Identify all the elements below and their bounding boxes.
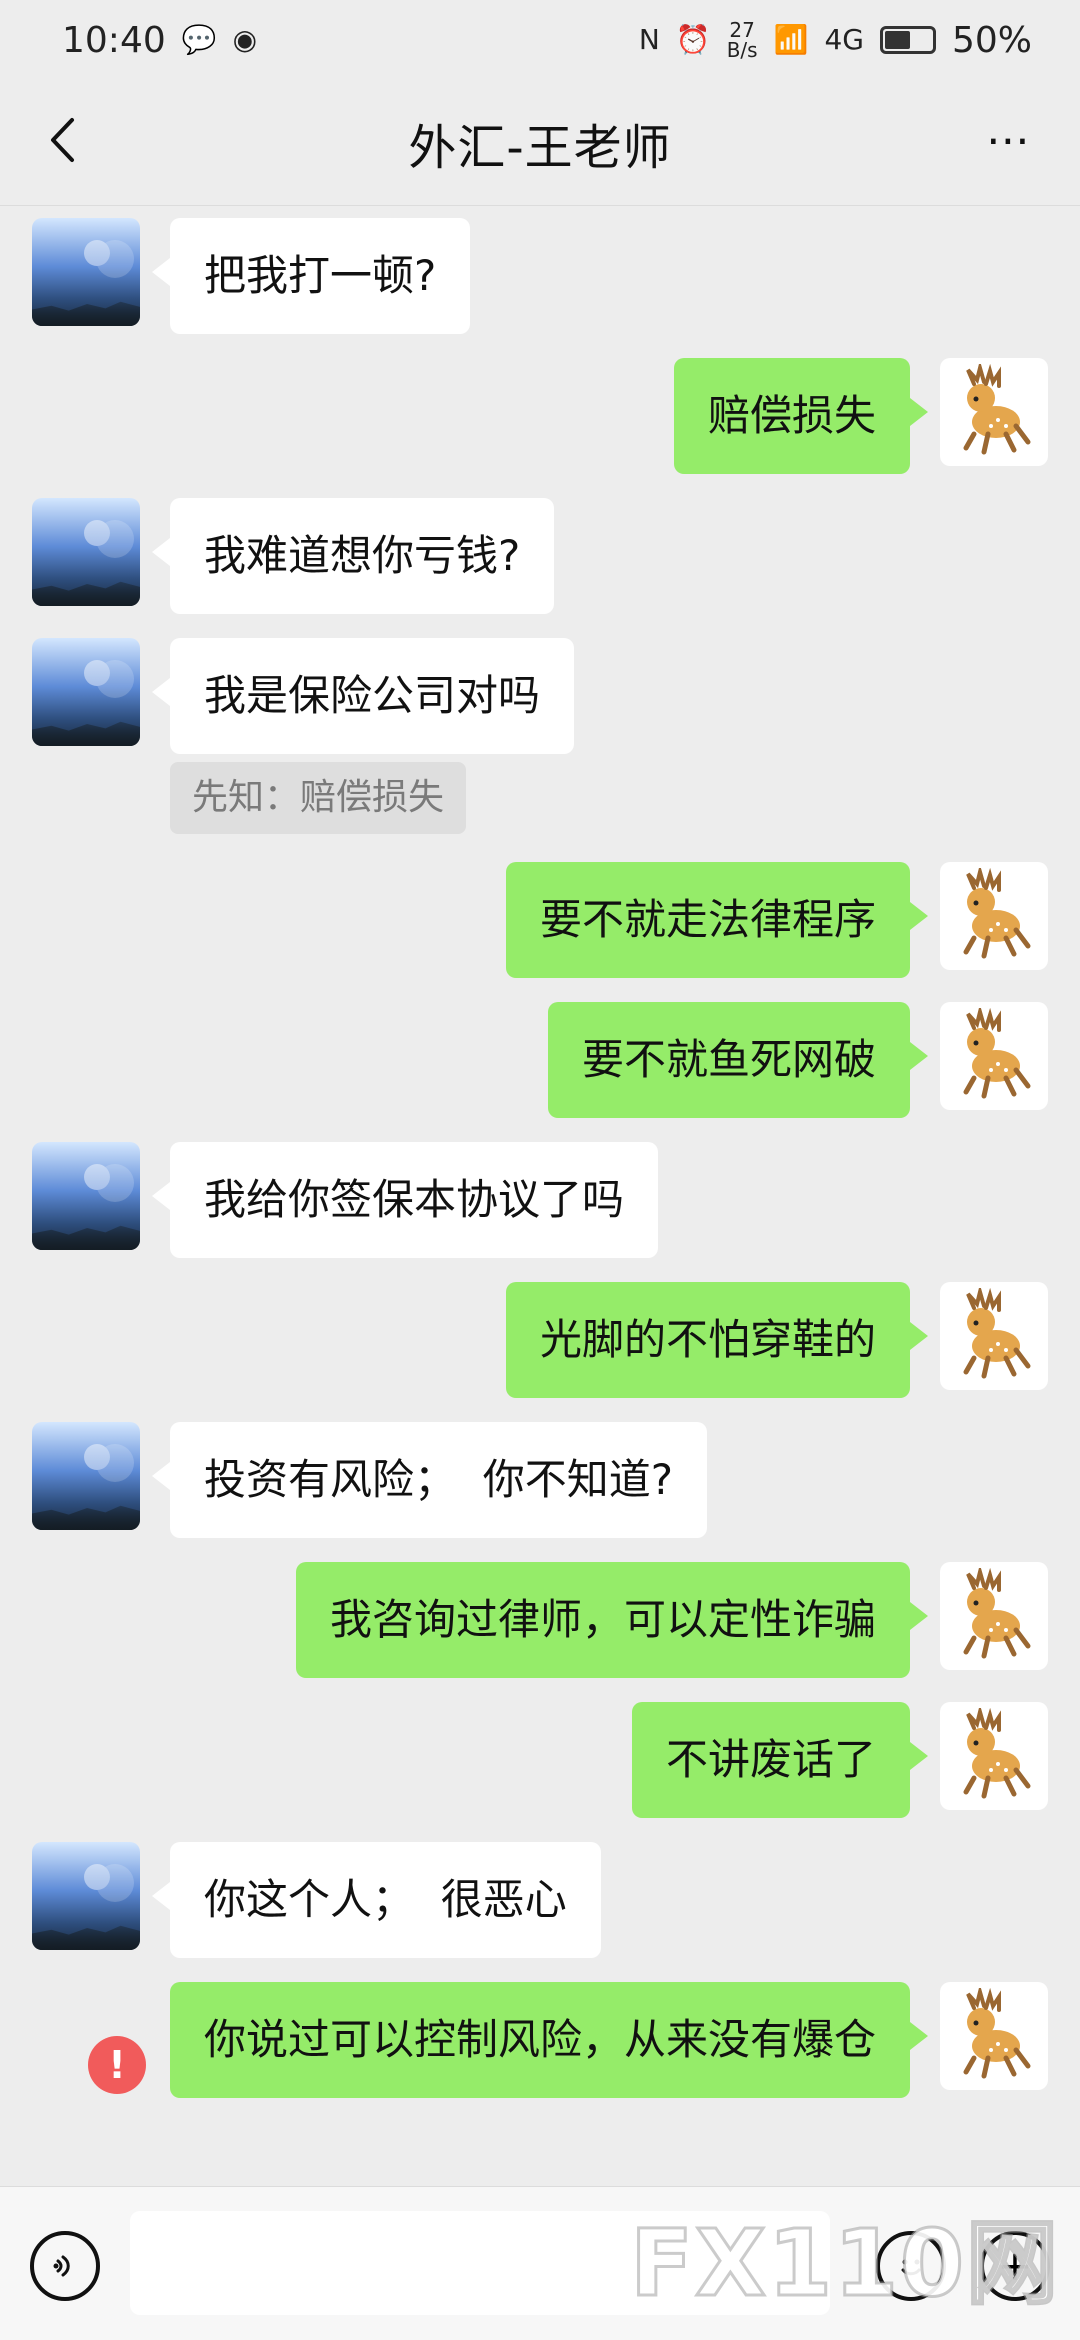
nfc-icon: N [638, 23, 660, 56]
speed-bottom: B/s [726, 38, 758, 62]
message-right: 不讲废话了 [631, 1702, 1048, 1818]
incoming-bubble[interactable]: 你这个人； 很恶心 [152, 1842, 601, 1958]
more-button[interactable]: ⋯ [966, 108, 1050, 172]
outgoing-bubble[interactable]: 光脚的不怕穿鞋的 [505, 1282, 929, 1398]
outgoing-bubble[interactable]: 你说过可以控制风险，从来没有爆仓 [169, 1982, 929, 2098]
message-left: 我难道想你亏钱? [32, 498, 555, 614]
chevron-left-icon [51, 118, 74, 162]
chat-notification-icon: 💬 [181, 23, 217, 56]
deer-icon [963, 868, 1031, 959]
wifi-icon: 📶 [773, 23, 809, 56]
status-left: 10:40 💬 ◉ [62, 20, 257, 61]
battery-percent: 50% [951, 19, 1032, 61]
incoming-bubble[interactable]: 我难道想你亏钱? [151, 498, 555, 614]
message-right: 要不就走法律程序 [505, 862, 1048, 978]
deer-icon [963, 1008, 1031, 1099]
user-avatar[interactable] [940, 862, 1048, 970]
outgoing-bubble[interactable]: 要不就走法律程序 [505, 862, 929, 978]
voice-icon [53, 2255, 70, 2277]
message-left: 你这个人； 很恶心 [32, 1842, 601, 1958]
message-right: 光脚的不怕穿鞋的 [505, 1282, 1048, 1398]
outgoing-bubble[interactable]: 要不就鱼死网破 [547, 1002, 929, 1118]
speed-top: 27 [729, 18, 755, 42]
eye-icon: ◉ [232, 23, 258, 56]
status-right: N ⏰ 27 B/s 📶 4G 50% [639, 20, 1032, 61]
alarm-icon: ⏰ [675, 23, 711, 56]
outgoing-bubble[interactable]: 不讲废话了 [631, 1702, 929, 1818]
outgoing-bubble[interactable]: 赔偿损失 [673, 358, 929, 474]
incoming-bubble[interactable]: 我给你签保本协议了吗 [151, 1142, 659, 1258]
message-left: 我是保险公司对吗 [32, 638, 575, 754]
contact-avatar[interactable] [32, 638, 140, 746]
watermark: FX110网 [629, 2209, 1060, 2319]
deer-icon [963, 364, 1031, 455]
contact-avatar[interactable] [32, 498, 140, 606]
chat-header: 外汇-王老师 ⋯ [0, 80, 1080, 206]
network-speed: 27 B/s [727, 20, 758, 60]
contact-avatar[interactable] [32, 218, 140, 326]
back-button[interactable] [30, 108, 94, 172]
contact-avatar[interactable] [32, 1422, 140, 1530]
user-avatar[interactable] [940, 358, 1048, 466]
input-bar: + FX110网 [0, 2186, 1080, 2340]
user-avatar[interactable] [940, 1982, 1048, 2090]
status-time: 10:40 [62, 19, 166, 61]
incoming-bubble[interactable]: 投资有风险； 你不知道? [152, 1422, 707, 1538]
deer-icon [963, 1288, 1031, 1379]
message-left: 我给你签保本协议了吗 [32, 1142, 659, 1258]
user-avatar[interactable] [940, 1562, 1048, 1670]
user-avatar[interactable] [940, 1002, 1048, 1110]
deer-icon [963, 1988, 1031, 2079]
deer-icon [963, 1708, 1031, 1799]
send-error-icon[interactable]: ! [88, 2036, 146, 2094]
message-right: 你说过可以控制风险，从来没有爆仓 [169, 1982, 1048, 2098]
user-avatar[interactable] [940, 1702, 1048, 1810]
quoted-message[interactable]: 先知：赔偿损失 [170, 762, 467, 834]
message-right: 我咨询过律师，可以定性诈骗 [295, 1562, 1048, 1678]
deer-icon [963, 1568, 1031, 1659]
incoming-bubble[interactable]: 我是保险公司对吗 [151, 638, 575, 754]
user-avatar[interactable] [940, 1282, 1048, 1390]
voice-button[interactable] [30, 2231, 100, 2301]
contact-avatar[interactable] [32, 1142, 140, 1250]
message-left: 投资有风险； 你不知道? [32, 1422, 707, 1538]
message-right: 要不就鱼死网破 [547, 1002, 1048, 1118]
message-right: 赔偿损失 [673, 358, 1048, 474]
status-bar: 10:40 💬 ◉ N ⏰ 27 B/s 📶 4G 50% [0, 0, 1080, 80]
message-left: 把我打一顿? [32, 218, 471, 334]
network-type: 4G [824, 23, 864, 56]
outgoing-bubble[interactable]: 我咨询过律师，可以定性诈骗 [295, 1562, 929, 1678]
chat-list[interactable]: 把我打一顿? 赔偿损失 我难道想你亏钱? 我是保险公司对吗 先知：赔偿损失 要不… [0, 206, 1080, 2186]
page-title: 外汇-王老师 [408, 119, 672, 176]
battery-icon [879, 26, 936, 54]
contact-avatar[interactable] [32, 1842, 140, 1950]
incoming-bubble[interactable]: 把我打一顿? [151, 218, 471, 334]
